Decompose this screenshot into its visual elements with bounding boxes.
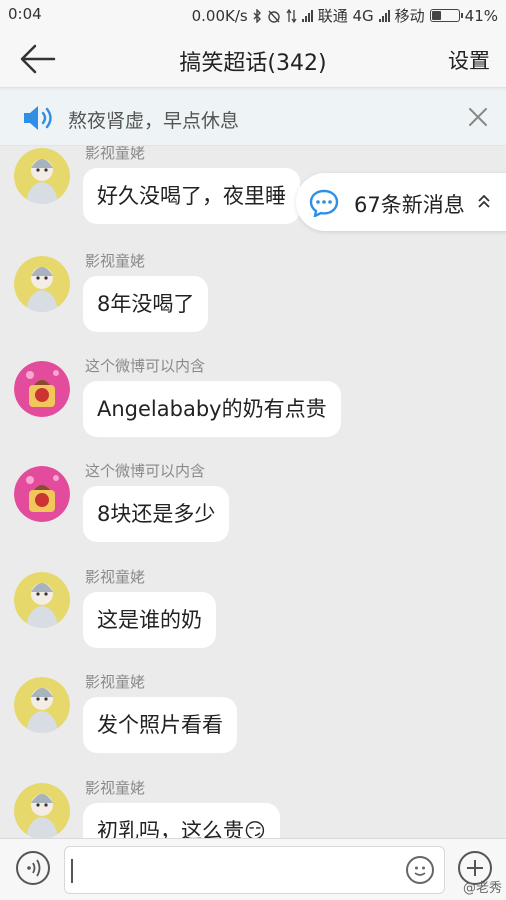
data-transfer-icon bbox=[286, 8, 297, 23]
emoji-button[interactable] bbox=[406, 856, 434, 884]
speaker-icon bbox=[24, 106, 52, 130]
voice-button[interactable] bbox=[16, 851, 50, 885]
message-bubble[interactable]: 8块还是多少 bbox=[83, 486, 230, 542]
battery-icon bbox=[429, 9, 463, 22]
carrier-1: 联通 4G bbox=[317, 7, 374, 25]
message-bubble[interactable]: Angelababy的奶有点贵 bbox=[83, 381, 341, 437]
chat-header: 搞笑超话(342) 设置 bbox=[0, 30, 506, 88]
sender-name: 这个微博可以内含 bbox=[85, 357, 206, 375]
message-bubble[interactable]: 8年没喝了 bbox=[83, 276, 209, 332]
input-bar: @老秀 bbox=[0, 838, 506, 900]
message-list[interactable]: 影视童姥 好久没喝了，夜里睡 影视童姥 8年没喝了 这个微博可以内含 Angel… bbox=[0, 146, 506, 838]
sender-name: 影视童姥 bbox=[85, 673, 146, 691]
settings-button[interactable]: 设置 bbox=[448, 45, 490, 75]
net-speed: 0.00K/s bbox=[191, 6, 248, 25]
alarm-off-icon bbox=[268, 10, 280, 23]
message-bubble[interactable]: 初乳吗，这么贵😏 bbox=[83, 803, 280, 838]
grandma-avatar[interactable] bbox=[14, 783, 70, 838]
new-messages-label: 67条新消息 bbox=[354, 193, 465, 217]
carrier-2: 移动 bbox=[394, 7, 425, 25]
voice-icon bbox=[27, 859, 41, 877]
sender-name: 影视童姥 bbox=[85, 779, 146, 797]
smiley-icon bbox=[414, 866, 426, 876]
signal-icon-2 bbox=[378, 9, 390, 22]
grandma-avatar[interactable] bbox=[14, 677, 70, 733]
sender-name: 这个微博可以内含 bbox=[85, 462, 206, 480]
signal-icon bbox=[301, 9, 313, 22]
text-caret bbox=[71, 859, 73, 883]
message-bubble[interactable]: 好久没喝了，夜里睡 bbox=[83, 168, 300, 224]
bluetooth-icon bbox=[253, 8, 261, 23]
grandma-avatar[interactable] bbox=[14, 148, 70, 204]
grandma-avatar[interactable] bbox=[14, 572, 70, 628]
close-icon[interactable] bbox=[468, 107, 488, 127]
pink-avatar[interactable] bbox=[14, 466, 70, 522]
chat-bubble-icon bbox=[309, 189, 339, 217]
status-right: 0.00K/s 联通 4G 移动 41% bbox=[192, 5, 498, 26]
status-time: 0:04 bbox=[8, 5, 42, 23]
sender-name: 影视童姥 bbox=[85, 146, 146, 162]
message-bubble[interactable]: 这是谁的奶 bbox=[83, 592, 216, 648]
new-messages-button[interactable]: 67条新消息 bbox=[296, 173, 506, 231]
pink-avatar[interactable] bbox=[14, 361, 70, 417]
battery-percent: 41% bbox=[464, 6, 498, 25]
notice-text: 熬夜肾虚，早点休息 bbox=[68, 110, 240, 132]
grandma-avatar[interactable] bbox=[14, 256, 70, 312]
watermark: @老秀 bbox=[462, 881, 502, 896]
chat-title: 搞笑超话(342) bbox=[179, 51, 327, 76]
double-chevron-up-icon bbox=[478, 195, 490, 208]
sender-name: 影视童姥 bbox=[85, 252, 146, 270]
notice-bar[interactable]: 熬夜肾虚，早点休息 bbox=[0, 90, 506, 146]
message-bubble[interactable]: 发个照片看看 bbox=[83, 697, 237, 753]
battery-level bbox=[431, 11, 442, 20]
sender-name: 影视童姥 bbox=[85, 568, 146, 586]
message-input[interactable] bbox=[64, 846, 445, 894]
status-bar: 0:04 0.00K/s 联通 4G 移动 41% bbox=[0, 0, 506, 30]
